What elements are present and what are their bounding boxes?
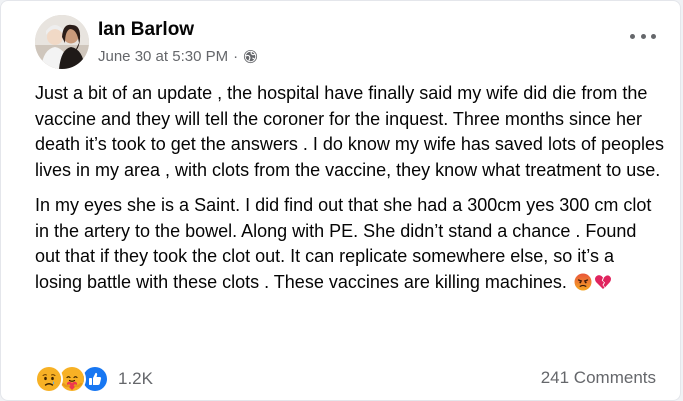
- post-paragraph: Just a bit of an update , the hospital h…: [35, 83, 665, 180]
- reaction-count[interactable]: 1.2K: [118, 369, 153, 389]
- broken-heart-emoji: [594, 273, 612, 291]
- sad-reaction-icon[interactable]: [35, 365, 63, 393]
- post-paragraph: In my eyes she is a Saint. I did find ou…: [35, 195, 652, 292]
- post-timestamp[interactable]: June 30 at 5:30 PM: [98, 48, 228, 65]
- comments-count-link[interactable]: 241 Comments: [541, 368, 656, 388]
- avatar[interactable]: [35, 15, 89, 69]
- reactions-summary[interactable]: 1.2K: [35, 365, 153, 393]
- post-header: Ian Barlow June 30 at 5:30 PM ·: [35, 15, 660, 71]
- post-footer: 1.2K 241 Comments: [35, 365, 656, 393]
- meta-separator: ·: [233, 48, 239, 65]
- post-paragraph-last: In my eyes she is a Saint. I did find ou…: [35, 193, 665, 295]
- more-options-icon[interactable]: [630, 29, 656, 43]
- angry-face-emoji: [574, 273, 592, 291]
- post-card: Ian Barlow June 30 at 5:30 PM · Just a b…: [0, 0, 681, 401]
- globe-icon[interactable]: [243, 49, 258, 64]
- post-body: Just a bit of an update , the hospital h…: [35, 81, 665, 295]
- avatar-photo: [35, 15, 89, 69]
- author-name[interactable]: Ian Barlow: [98, 19, 194, 41]
- post-meta: June 30 at 5:30 PM ·: [98, 48, 258, 65]
